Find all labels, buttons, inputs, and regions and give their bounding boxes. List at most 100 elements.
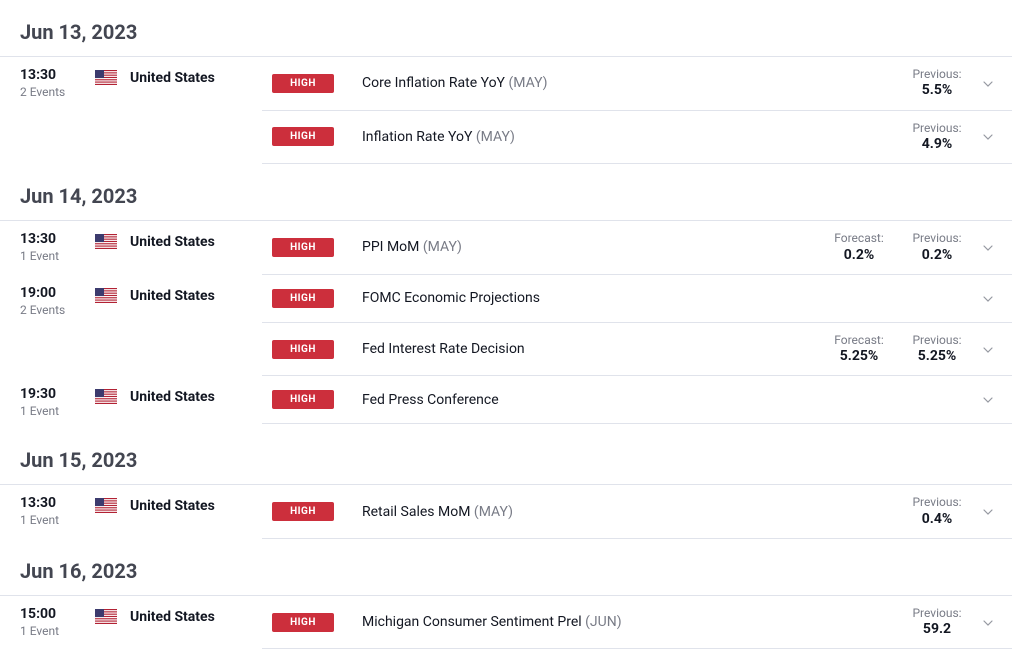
impact-badge: HIGH bbox=[272, 127, 334, 146]
previous-block-label: Previous: bbox=[898, 606, 976, 620]
us-flag-icon bbox=[95, 288, 117, 303]
events-column: HIGH FOMC Economic Projections HIGH Fed … bbox=[262, 275, 1012, 377]
expand-chevron-icon[interactable] bbox=[976, 241, 1000, 254]
event-period: (MAY) bbox=[423, 239, 462, 255]
events-column: HIGH Retail Sales MoM (MAY) Previous: 0.… bbox=[262, 485, 1012, 539]
event-count: 1 Event bbox=[20, 249, 95, 263]
expand-chevron-icon[interactable] bbox=[976, 616, 1000, 629]
flag-column bbox=[95, 376, 130, 404]
time-group: 19:00 2 Events United States HIGH FOMC E… bbox=[0, 275, 1012, 377]
country-name: United States bbox=[130, 485, 262, 514]
previous-block-label: Previous: bbox=[898, 231, 976, 245]
day-block: Jun 15, 2023 13:30 1 Event United States… bbox=[0, 438, 1012, 539]
forecast-block-label: Forecast: bbox=[820, 231, 898, 245]
day-header: Jun 14, 2023 bbox=[0, 174, 1012, 221]
event-row[interactable]: HIGH PPI MoM (MAY) Forecast: 0.2% Previo… bbox=[262, 221, 1012, 275]
event-period: (MAY) bbox=[508, 75, 547, 91]
forecast-block: Forecast: 0.2% bbox=[820, 231, 898, 264]
event-row[interactable]: HIGH Fed Press Conference bbox=[262, 376, 1012, 424]
event-row[interactable]: HIGH Inflation Rate YoY (MAY) Previous: … bbox=[262, 111, 1012, 165]
time-column: 15:00 1 Event bbox=[0, 596, 95, 648]
event-count: 2 Events bbox=[20, 85, 95, 99]
time-column: 13:30 1 Event bbox=[0, 485, 95, 537]
previous-block: Previous: 4.9% bbox=[898, 121, 976, 154]
event-title: PPI MoM (MAY) bbox=[334, 239, 820, 255]
impact-badge: HIGH bbox=[272, 74, 334, 93]
expand-chevron-icon[interactable] bbox=[976, 343, 1000, 356]
expand-chevron-icon[interactable] bbox=[976, 130, 1000, 143]
event-row[interactable]: HIGH Core Inflation Rate YoY (MAY) Previ… bbox=[262, 57, 1012, 111]
event-count: 1 Event bbox=[20, 513, 95, 527]
day-header: Jun 15, 2023 bbox=[0, 438, 1012, 485]
previous-block-value: 5.5% bbox=[898, 81, 976, 99]
forecast-block-label: Forecast: bbox=[820, 333, 898, 347]
event-time: 13:30 bbox=[20, 231, 95, 247]
event-period: (MAY) bbox=[476, 129, 515, 145]
event-row[interactable]: HIGH Retail Sales MoM (MAY) Previous: 0.… bbox=[262, 485, 1012, 539]
previous-block-value: 0.4% bbox=[898, 510, 976, 528]
country-name: United States bbox=[130, 376, 262, 405]
previous-block-label: Previous: bbox=[898, 333, 976, 347]
event-count: 2 Events bbox=[20, 303, 95, 317]
expand-chevron-icon[interactable] bbox=[976, 77, 1000, 90]
event-time: 19:00 bbox=[20, 285, 95, 301]
event-period: (MAY) bbox=[474, 504, 513, 520]
events-column: HIGH Core Inflation Rate YoY (MAY) Previ… bbox=[262, 57, 1012, 164]
previous-block: Previous: 0.2% bbox=[898, 231, 976, 264]
time-group: 13:30 2 Events United States HIGH Core I… bbox=[0, 57, 1012, 164]
time-column: 13:30 1 Event bbox=[0, 221, 95, 273]
time-column: 19:00 2 Events bbox=[0, 275, 95, 327]
previous-block: Previous: 5.25% bbox=[898, 333, 976, 366]
event-count: 1 Event bbox=[20, 404, 95, 418]
us-flag-icon bbox=[95, 389, 117, 404]
country-name: United States bbox=[130, 275, 262, 304]
event-title: Inflation Rate YoY (MAY) bbox=[334, 129, 820, 145]
time-group: 13:30 1 Event United States HIGH PPI MoM… bbox=[0, 221, 1012, 275]
day-header: Jun 13, 2023 bbox=[0, 10, 1012, 57]
previous-block-label: Previous: bbox=[898, 121, 976, 135]
events-column: HIGH Michigan Consumer Sentiment Prel (J… bbox=[262, 596, 1012, 649]
impact-badge: HIGH bbox=[272, 613, 334, 632]
us-flag-icon bbox=[95, 234, 117, 249]
event-title: Retail Sales MoM (MAY) bbox=[334, 504, 820, 520]
impact-badge: HIGH bbox=[272, 238, 334, 257]
flag-column bbox=[95, 485, 130, 513]
us-flag-icon bbox=[95, 498, 117, 513]
expand-chevron-icon[interactable] bbox=[976, 505, 1000, 518]
time-group: 15:00 1 Event United States HIGH Michiga… bbox=[0, 596, 1012, 649]
previous-block-value: 5.25% bbox=[898, 347, 976, 365]
flag-column bbox=[95, 275, 130, 303]
previous-block: Previous: 5.5% bbox=[898, 67, 976, 100]
day-header: Jun 16, 2023 bbox=[0, 549, 1012, 596]
forecast-block-value: 5.25% bbox=[820, 347, 898, 365]
previous-block-value: 4.9% bbox=[898, 135, 976, 153]
previous-block-label: Previous: bbox=[898, 495, 976, 509]
day-block: Jun 16, 2023 15:00 1 Event United States… bbox=[0, 549, 1012, 649]
flag-column bbox=[95, 596, 130, 624]
time-group: 19:30 1 Event United States HIGH Fed Pre… bbox=[0, 376, 1012, 428]
event-time: 13:30 bbox=[20, 495, 95, 511]
events-column: HIGH Fed Press Conference bbox=[262, 376, 1012, 424]
event-row[interactable]: HIGH Fed Interest Rate Decision Forecast… bbox=[262, 323, 1012, 377]
expand-chevron-icon[interactable] bbox=[976, 292, 1000, 305]
flag-column bbox=[95, 221, 130, 249]
expand-chevron-icon[interactable] bbox=[976, 393, 1000, 406]
impact-badge: HIGH bbox=[272, 502, 334, 521]
country-name: United States bbox=[130, 57, 262, 86]
event-period: (JUN) bbox=[585, 614, 621, 630]
impact-badge: HIGH bbox=[272, 390, 334, 409]
time-column: 19:30 1 Event bbox=[0, 376, 95, 428]
previous-block-label: Previous: bbox=[898, 67, 976, 81]
event-row[interactable]: HIGH Michigan Consumer Sentiment Prel (J… bbox=[262, 596, 1012, 649]
forecast-block: Forecast: 5.25% bbox=[820, 333, 898, 366]
events-column: HIGH PPI MoM (MAY) Forecast: 0.2% Previo… bbox=[262, 221, 1012, 275]
forecast-block-value: 0.2% bbox=[820, 246, 898, 264]
event-title: FOMC Economic Projections bbox=[334, 290, 820, 306]
event-title: Fed Press Conference bbox=[334, 392, 820, 408]
flag-column bbox=[95, 57, 130, 85]
impact-badge: HIGH bbox=[272, 340, 334, 359]
event-row[interactable]: HIGH FOMC Economic Projections bbox=[262, 275, 1012, 323]
time-column: 13:30 2 Events bbox=[0, 57, 95, 109]
us-flag-icon bbox=[95, 70, 117, 85]
time-group: 13:30 1 Event United States HIGH Retail … bbox=[0, 485, 1012, 539]
